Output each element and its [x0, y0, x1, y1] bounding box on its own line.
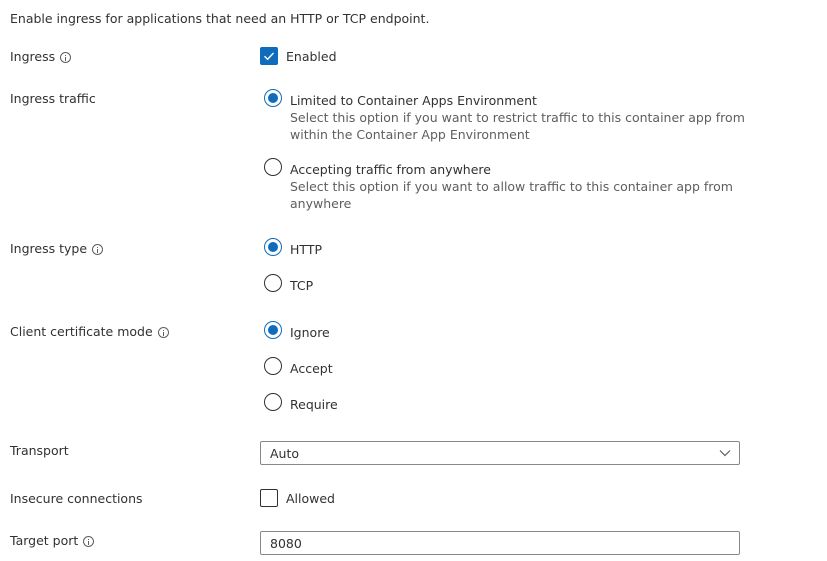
ingress-type-label: Ingress type: [10, 240, 104, 258]
insecure-connections-label: Insecure connections: [10, 491, 143, 506]
target-port-input[interactable]: [260, 531, 740, 555]
option-limited-label: Limited to Container Apps Environment: [290, 93, 537, 108]
info-icon[interactable]: [83, 535, 95, 547]
checkmark-icon: [264, 52, 275, 61]
insecure-connections-allowed-label: Allowed: [286, 491, 335, 506]
ingress-label: Ingress: [10, 48, 72, 66]
info-icon[interactable]: [92, 243, 104, 255]
radio-ingress-type-http[interactable]: [264, 238, 282, 256]
target-port-label: Target port: [10, 532, 95, 550]
info-icon[interactable]: [60, 51, 72, 63]
ingress-traffic-label: Ingress traffic: [10, 91, 96, 106]
chevron-down-icon: [719, 450, 731, 457]
option-anywhere-label: Accepting traffic from anywhere: [290, 162, 491, 177]
info-icon[interactable]: [157, 326, 169, 338]
option-anywhere-description-1: Select this option if you want to allow …: [290, 179, 733, 194]
option-anywhere-description-2: anywhere: [290, 196, 352, 211]
transport-selected-value: Auto: [270, 446, 300, 461]
radio-cert-require[interactable]: [264, 393, 282, 411]
option-limited-description-2: within the Container App Environment: [290, 127, 530, 142]
transport-label: Transport: [10, 443, 69, 458]
ingress-type-http-label: HTTP: [290, 242, 322, 257]
cert-ignore-label: Ignore: [290, 325, 330, 340]
radio-cert-accept[interactable]: [264, 357, 282, 375]
ingress-enabled-label: Enabled: [286, 49, 337, 64]
ingress-enabled-checkbox[interactable]: [260, 47, 278, 65]
intro-text: Enable ingress for applications that nee…: [10, 11, 430, 26]
cert-accept-label: Accept: [290, 361, 333, 376]
transport-dropdown[interactable]: Auto: [260, 441, 740, 465]
radio-ingress-type-tcp[interactable]: [264, 274, 282, 292]
ingress-type-tcp-label: TCP: [290, 278, 314, 293]
client-certificate-mode-label: Client certificate mode: [10, 323, 169, 341]
radio-accepting-from-anywhere[interactable]: [264, 158, 282, 176]
radio-limited-to-environment[interactable]: [264, 89, 282, 107]
radio-cert-ignore[interactable]: [264, 321, 282, 339]
insecure-connections-checkbox[interactable]: [260, 489, 278, 507]
cert-require-label: Require: [290, 397, 338, 412]
option-limited-description-1: Select this option if you want to restri…: [290, 110, 745, 125]
